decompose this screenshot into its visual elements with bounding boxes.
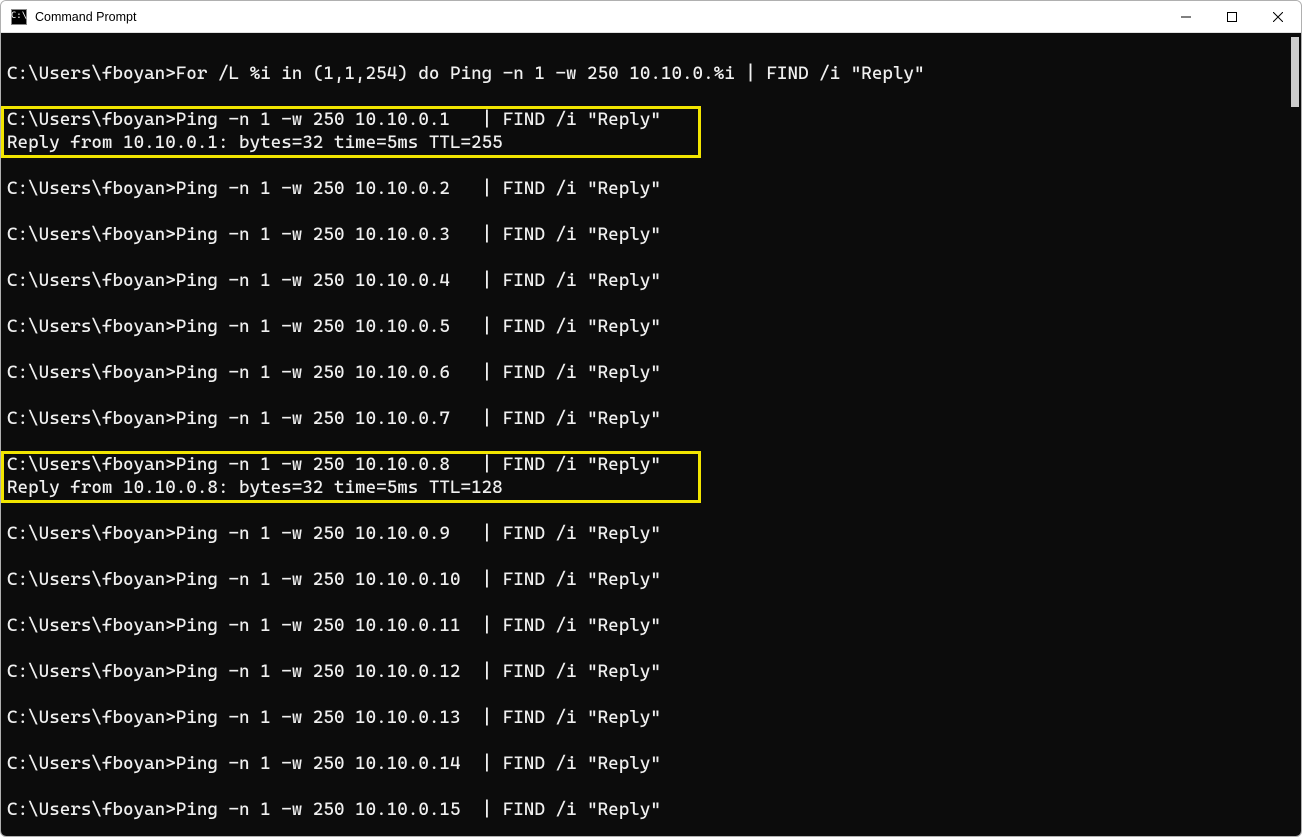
terminal-line: C:\Users\fboyan>Ping -n 1 -w 250 10.10.0… — [7, 614, 1289, 637]
terminal-line: C:\Users\fboyan>Ping -n 1 -w 250 10.10.0… — [7, 407, 1289, 430]
blank-line — [7, 729, 1289, 752]
terminal-line: C:\Users\fboyan>Ping -n 1 -w 250 10.10.0… — [7, 798, 1289, 821]
terminal-reply-line: Reply from 10.10.0.8: bytes=32 time=5ms … — [7, 476, 1289, 499]
terminal-line: C:\Users\fboyan>Ping -n 1 -w 250 10.10.0… — [7, 453, 1289, 476]
blank-line — [7, 85, 1289, 108]
blank-line — [7, 499, 1289, 522]
terminal-line: C:\Users\fboyan>Ping -n 1 -w 250 10.10.0… — [7, 361, 1289, 384]
scrollbar-thumb[interactable] — [1291, 37, 1299, 107]
blank-line — [7, 246, 1289, 269]
minimize-button[interactable] — [1163, 1, 1209, 33]
terminal-line: C:\Users\fboyan>Ping -n 1 -w 250 10.10.0… — [7, 269, 1289, 292]
blank-line — [7, 39, 1289, 62]
blank-line — [7, 591, 1289, 614]
maximize-button[interactable] — [1209, 1, 1255, 33]
terminal-line: C:\Users\fboyan>Ping -n 1 -w 250 10.10.0… — [7, 177, 1289, 200]
titlebar[interactable]: C:\ Command Prompt — [1, 1, 1301, 33]
blank-line — [7, 637, 1289, 660]
blank-line — [7, 200, 1289, 223]
blank-line — [7, 821, 1289, 836]
terminal-line: C:\Users\fboyan>Ping -n 1 -w 250 10.10.0… — [7, 108, 1289, 131]
terminal-line: C:\Users\fboyan>Ping -n 1 -w 250 10.10.0… — [7, 315, 1289, 338]
blank-line — [7, 545, 1289, 568]
close-button[interactable] — [1255, 1, 1301, 33]
terminal-area[interactable]: C:\Users\fboyan>For /L %i in (1,1,254) d… — [1, 33, 1301, 836]
blank-line — [7, 338, 1289, 361]
terminal-reply-line: Reply from 10.10.0.1: bytes=32 time=5ms … — [7, 131, 1289, 154]
terminal-line: C:\Users\fboyan>Ping -n 1 -w 250 10.10.0… — [7, 522, 1289, 545]
app-window: C:\ Command Prompt C:\Users\fboyan>For /… — [0, 0, 1302, 837]
blank-line — [7, 292, 1289, 315]
terminal-output[interactable]: C:\Users\fboyan>For /L %i in (1,1,254) d… — [1, 33, 1289, 836]
blank-line — [7, 430, 1289, 453]
blank-line — [7, 683, 1289, 706]
blank-line — [7, 384, 1289, 407]
blank-line — [7, 154, 1289, 177]
terminal-line: C:\Users\fboyan>Ping -n 1 -w 250 10.10.0… — [7, 752, 1289, 775]
blank-line — [7, 775, 1289, 798]
terminal-line: C:\Users\fboyan>Ping -n 1 -w 250 10.10.0… — [7, 568, 1289, 591]
window-title: Command Prompt — [35, 10, 136, 24]
terminal-line: C:\Users\fboyan>For /L %i in (1,1,254) d… — [7, 62, 1289, 85]
terminal-line: C:\Users\fboyan>Ping -n 1 -w 250 10.10.0… — [7, 660, 1289, 683]
terminal-line: C:\Users\fboyan>Ping -n 1 -w 250 10.10.0… — [7, 223, 1289, 246]
terminal-line: C:\Users\fboyan>Ping -n 1 -w 250 10.10.0… — [7, 706, 1289, 729]
cmd-icon: C:\ — [11, 9, 27, 25]
